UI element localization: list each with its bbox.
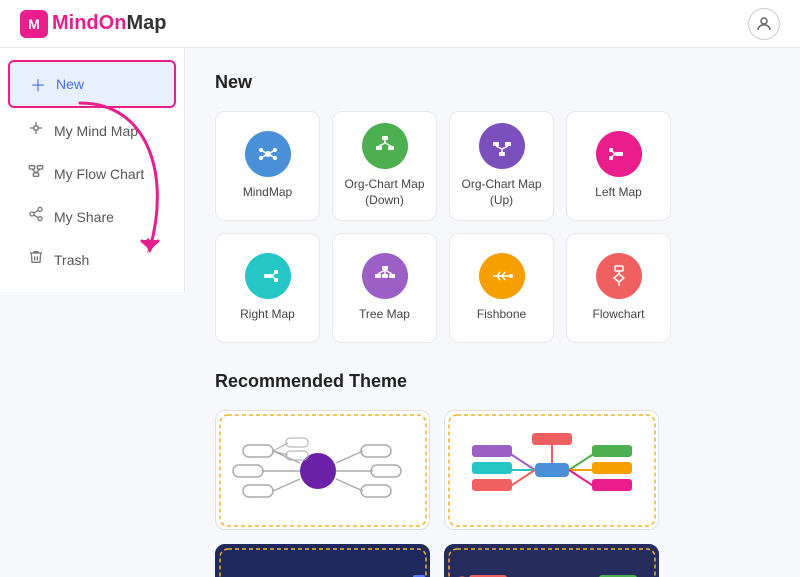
sidebar-item-new[interactable]: ＋ New xyxy=(8,60,176,108)
plus-icon: ＋ xyxy=(30,72,46,96)
left-map-icon xyxy=(596,131,642,177)
right-map-label: Right Map xyxy=(240,307,295,323)
map-grid: MindMap Org-Chart Map(Down) xyxy=(215,111,770,343)
tree-map-label: Tree Map xyxy=(359,307,410,323)
sidebar-container: ＋ New My Mind Map xyxy=(0,48,185,577)
sidebar: ＋ New My Mind Map xyxy=(0,48,185,292)
right-map-icon xyxy=(245,253,291,299)
sidebar-item-trash[interactable]: Trash xyxy=(8,239,176,280)
sidebar-item-my-share-label: My Share xyxy=(54,209,114,225)
theme-card-2[interactable] xyxy=(444,410,659,530)
theme-card-1[interactable] xyxy=(215,410,430,530)
sidebar-item-new-label: New xyxy=(56,76,84,92)
logo: M MindOnMap xyxy=(20,10,166,38)
tree-map-icon xyxy=(362,253,408,299)
theme-preview-2 xyxy=(447,413,657,528)
app-header: M MindOnMap xyxy=(0,0,800,48)
logo-text: MindOnMap xyxy=(52,12,166,35)
theme-grid xyxy=(215,410,770,577)
map-card-org-chart-down[interactable]: Org-Chart Map(Down) xyxy=(332,111,437,221)
mindmap-icon xyxy=(28,120,44,141)
sidebar-item-my-share[interactable]: My Share xyxy=(8,196,176,237)
new-section-title: New xyxy=(215,72,770,93)
flowchart-card-label: Flowchart xyxy=(592,307,644,323)
org-chart-down-icon xyxy=(362,123,408,169)
user-avatar-button[interactable] xyxy=(748,8,780,40)
theme-preview-3 xyxy=(218,547,428,577)
sidebar-item-my-mind-map-label: My Mind Map xyxy=(54,123,138,139)
mindmap-card-label: MindMap xyxy=(243,185,292,201)
recommended-section-title: Recommended Theme xyxy=(215,371,770,392)
fishbone-label: Fishbone xyxy=(477,307,526,323)
theme-card-3[interactable] xyxy=(215,544,430,577)
map-card-right-map[interactable]: Right Map xyxy=(215,233,320,343)
sidebar-item-my-mind-map[interactable]: My Mind Map xyxy=(8,110,176,151)
map-card-mindmap[interactable]: MindMap xyxy=(215,111,320,221)
org-chart-up-label: Org-Chart Map (Up) xyxy=(450,177,553,208)
map-card-fishbone[interactable]: Fishbone xyxy=(449,233,554,343)
theme-card-4[interactable] xyxy=(444,544,659,577)
sidebar-item-my-flow-chart-label: My Flow Chart xyxy=(54,166,144,182)
share-icon xyxy=(28,206,44,227)
main-content: New MindMap xyxy=(185,48,800,577)
theme-preview-4 xyxy=(447,547,657,577)
org-chart-down-label: Org-Chart Map(Down) xyxy=(344,177,424,208)
sidebar-item-trash-label: Trash xyxy=(54,252,89,268)
flowchart-icon xyxy=(28,163,44,184)
flowchart-card-icon xyxy=(596,253,642,299)
fishbone-icon xyxy=(479,253,525,299)
map-card-flowchart[interactable]: Flowchart xyxy=(566,233,671,343)
main-layout: ＋ New My Mind Map xyxy=(0,48,800,577)
map-card-left-map[interactable]: Left Map xyxy=(566,111,671,221)
left-map-label: Left Map xyxy=(595,185,642,201)
trash-icon xyxy=(28,249,44,270)
logo-icon: M xyxy=(20,10,48,38)
org-chart-up-icon xyxy=(479,123,525,169)
theme-preview-1 xyxy=(218,413,428,528)
map-card-org-chart-up[interactable]: Org-Chart Map (Up) xyxy=(449,111,554,221)
sidebar-item-my-flow-chart[interactable]: My Flow Chart xyxy=(8,153,176,194)
map-card-tree-map[interactable]: Tree Map xyxy=(332,233,437,343)
mindmap-card-icon xyxy=(245,131,291,177)
